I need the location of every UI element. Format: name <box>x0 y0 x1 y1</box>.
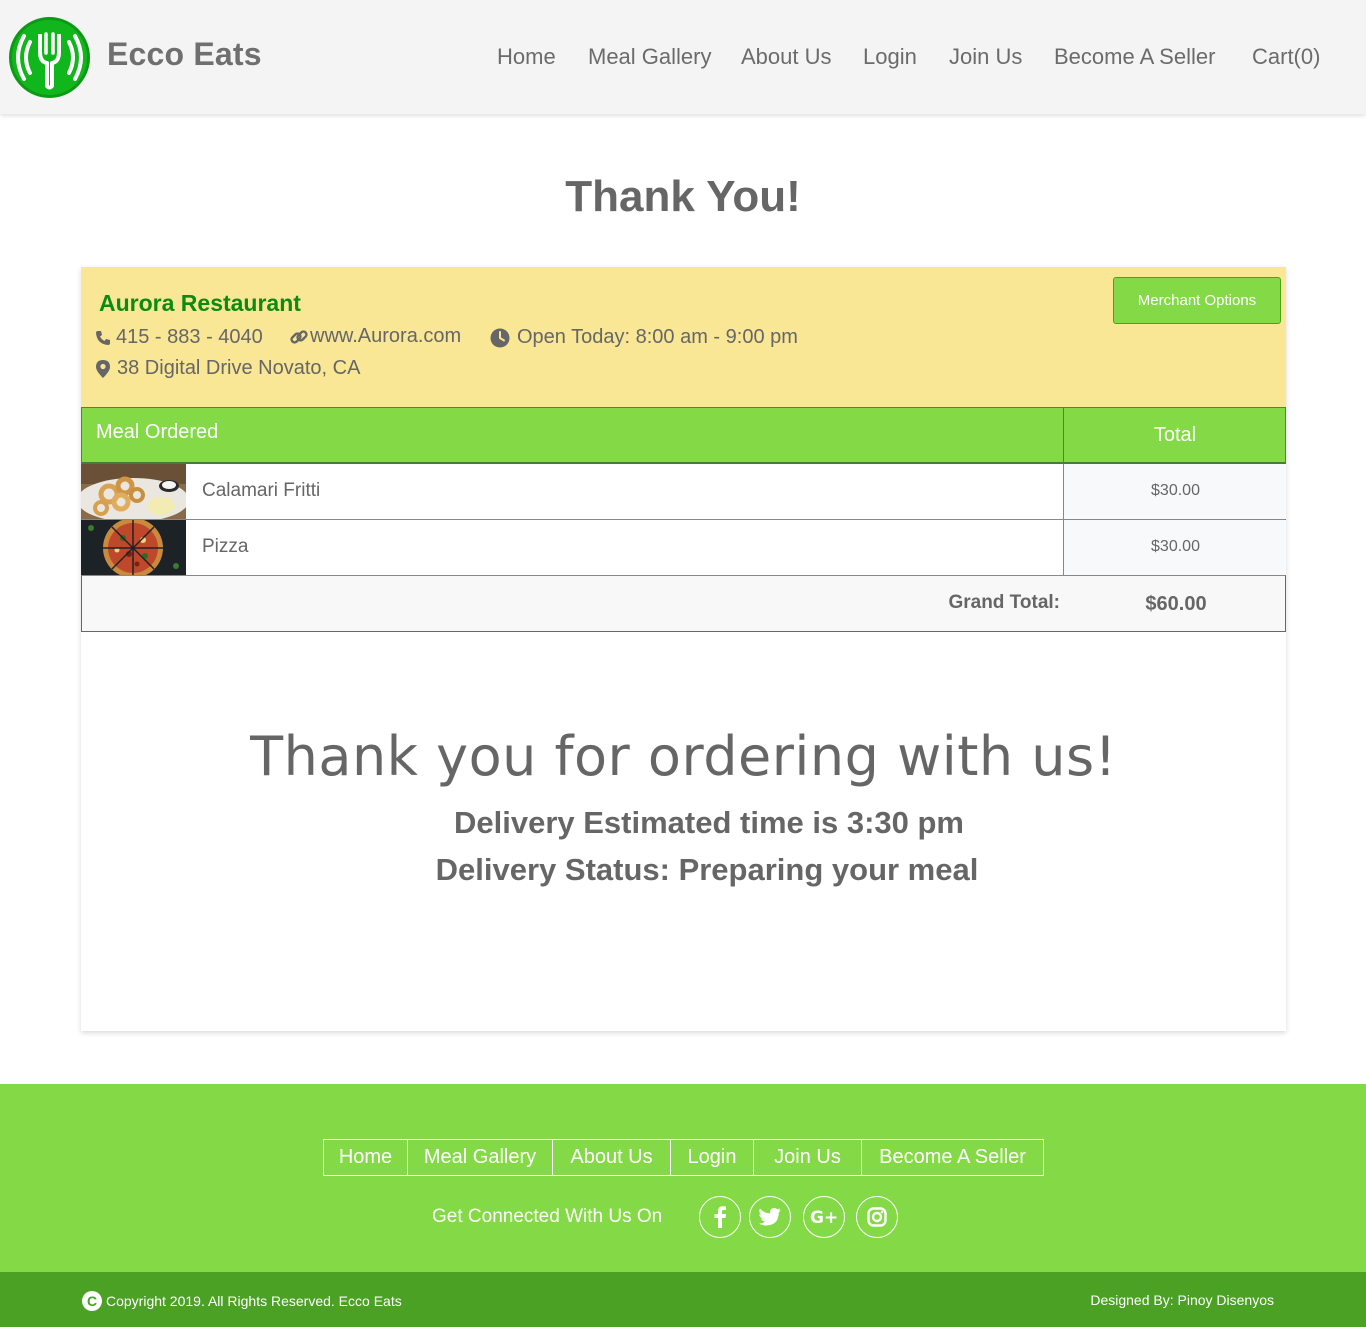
copyright: C Copyright 2019. All Rights Reserved. E… <box>82 1291 402 1311</box>
copyright-icon: C <box>82 1291 102 1311</box>
website-text[interactable]: www.Aurora.com <box>310 325 461 348</box>
grand-total-value: $60.00 <box>1145 593 1207 615</box>
site-header: Ecco Eats Home Meal Gallery About Us Log… <box>0 0 1366 114</box>
address-text: 38 Digital Drive Novato, CA <box>117 357 361 379</box>
footer-nav-login[interactable]: Login <box>671 1140 754 1175</box>
nav-about-us[interactable]: About Us <box>741 44 832 70</box>
footer-nav-home[interactable]: Home <box>324 1140 408 1175</box>
hours-text: Open Today: 8:00 am - 9:00 pm <box>517 326 798 348</box>
connect-label: Get Connected With Us On <box>432 1206 663 1227</box>
link-icon <box>290 329 308 344</box>
nav-join-us[interactable]: Join Us <box>949 44 1022 70</box>
merchant-hours: Open Today: 8:00 am - 9:00 pm <box>490 326 798 349</box>
delivery-status: Delivery Status: Preparing your meal <box>435 852 979 887</box>
google-plus-icon[interactable]: G+ <box>803 1196 845 1238</box>
header-total: Total <box>1153 424 1197 446</box>
grand-total-label: Grand Total: <box>948 592 1060 613</box>
nav-meal-gallery[interactable]: Meal Gallery <box>588 44 711 70</box>
thank-you-message: Thank you for ordering with us! <box>250 725 1117 788</box>
price-cell: $30.00 <box>1063 464 1286 519</box>
copyright-text: Copyright 2019. All Rights Reserved. Ecc… <box>106 1293 402 1309</box>
designed-by: Designed By: Pinoy Disenyos <box>1090 1292 1274 1308</box>
nav-home[interactable]: Home <box>497 44 556 70</box>
svg-text:G+: G+ <box>810 1208 838 1226</box>
twitter-icon[interactable] <box>749 1196 791 1238</box>
brand-name[interactable]: Ecco Eats <box>107 36 262 73</box>
delivery-eta: Delivery Estimated time is 3:30 pm <box>453 805 964 840</box>
header-meal-ordered: Meal Ordered <box>96 421 219 443</box>
phone-text: 415 - 883 - 4040 <box>116 326 263 348</box>
table-row: Calamari Fritti $30.00 <box>81 464 1286 520</box>
calamari-image <box>81 464 186 519</box>
page-title: Thank You! <box>565 172 801 221</box>
merchant-website[interactable]: www.Aurora.com <box>289 325 461 348</box>
nav-login[interactable]: Login <box>863 44 917 70</box>
phone-icon <box>96 330 110 345</box>
site-footer: Home Meal Gallery About Us Login Join Us… <box>0 1084 1366 1272</box>
instagram-icon[interactable] <box>856 1196 898 1238</box>
item-name: Calamari Fritti <box>202 480 321 501</box>
price-cell: $30.00 <box>1063 520 1286 575</box>
footer-nav: Home Meal Gallery About Us Login Join Us… <box>323 1139 1044 1176</box>
footer-nav-about-us[interactable]: About Us <box>553 1140 671 1175</box>
grand-total-row: Grand Total: $60.00 <box>81 576 1286 632</box>
merchant-address: 38 Digital Drive Novato, CA <box>96 357 360 380</box>
table-row: Pizza $30.00 <box>81 520 1286 576</box>
merchant-options-button[interactable]: Merchant Options <box>1113 277 1281 324</box>
footer-nav-join-us[interactable]: Join Us <box>754 1140 862 1175</box>
merchant-phone: 415 - 883 - 4040 <box>95 326 263 349</box>
nav-become-a-seller[interactable]: Become A Seller <box>1054 44 1215 70</box>
item-price: $30.00 <box>1151 482 1200 499</box>
item-name: Pizza <box>202 536 249 557</box>
clock-icon <box>490 328 510 347</box>
merchant-info: Aurora Restaurant 415 - 883 - 4040 www.A… <box>81 267 1286 408</box>
facebook-icon[interactable] <box>699 1196 741 1238</box>
footer-nav-meal-gallery[interactable]: Meal Gallery <box>408 1140 553 1175</box>
order-card: Aurora Restaurant 415 - 883 - 4040 www.A… <box>81 267 1286 1031</box>
copyright-bar: C Copyright 2019. All Rights Reserved. E… <box>0 1272 1366 1327</box>
logo-fork-icon[interactable] <box>9 17 90 98</box>
map-marker-icon <box>96 359 110 378</box>
nav-cart[interactable]: Cart(0) <box>1252 44 1320 70</box>
pizza-image <box>81 520 186 575</box>
footer-nav-become-a-seller[interactable]: Become A Seller <box>862 1140 1043 1175</box>
table-header: Meal Ordered Total <box>81 407 1286 464</box>
merchant-name: Aurora Restaurant <box>99 290 301 316</box>
item-price: $30.00 <box>1151 538 1200 555</box>
